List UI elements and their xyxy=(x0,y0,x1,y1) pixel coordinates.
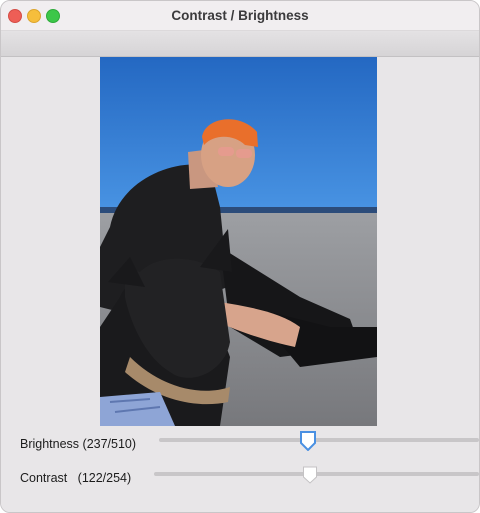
brightness-label: Brightness (237/510) xyxy=(20,437,137,451)
app-window: Contrast / Brightness Brightness (237/51… xyxy=(0,0,480,513)
brightness-slider-thumb[interactable] xyxy=(299,431,317,451)
window-title: Contrast / Brightness xyxy=(171,8,309,23)
title-bar[interactable]: Contrast / Brightness xyxy=(1,1,479,31)
photo-preview xyxy=(100,57,377,426)
brightness-slider-track[interactable] xyxy=(159,438,479,442)
contrast-slider-thumb[interactable] xyxy=(302,466,318,484)
contrast-label: Contrast (122/254) xyxy=(20,471,132,485)
content-area: Brightness (237/510) Contrast (122/254) xyxy=(1,57,479,512)
toolbar xyxy=(1,31,479,57)
photo-image xyxy=(100,57,377,426)
